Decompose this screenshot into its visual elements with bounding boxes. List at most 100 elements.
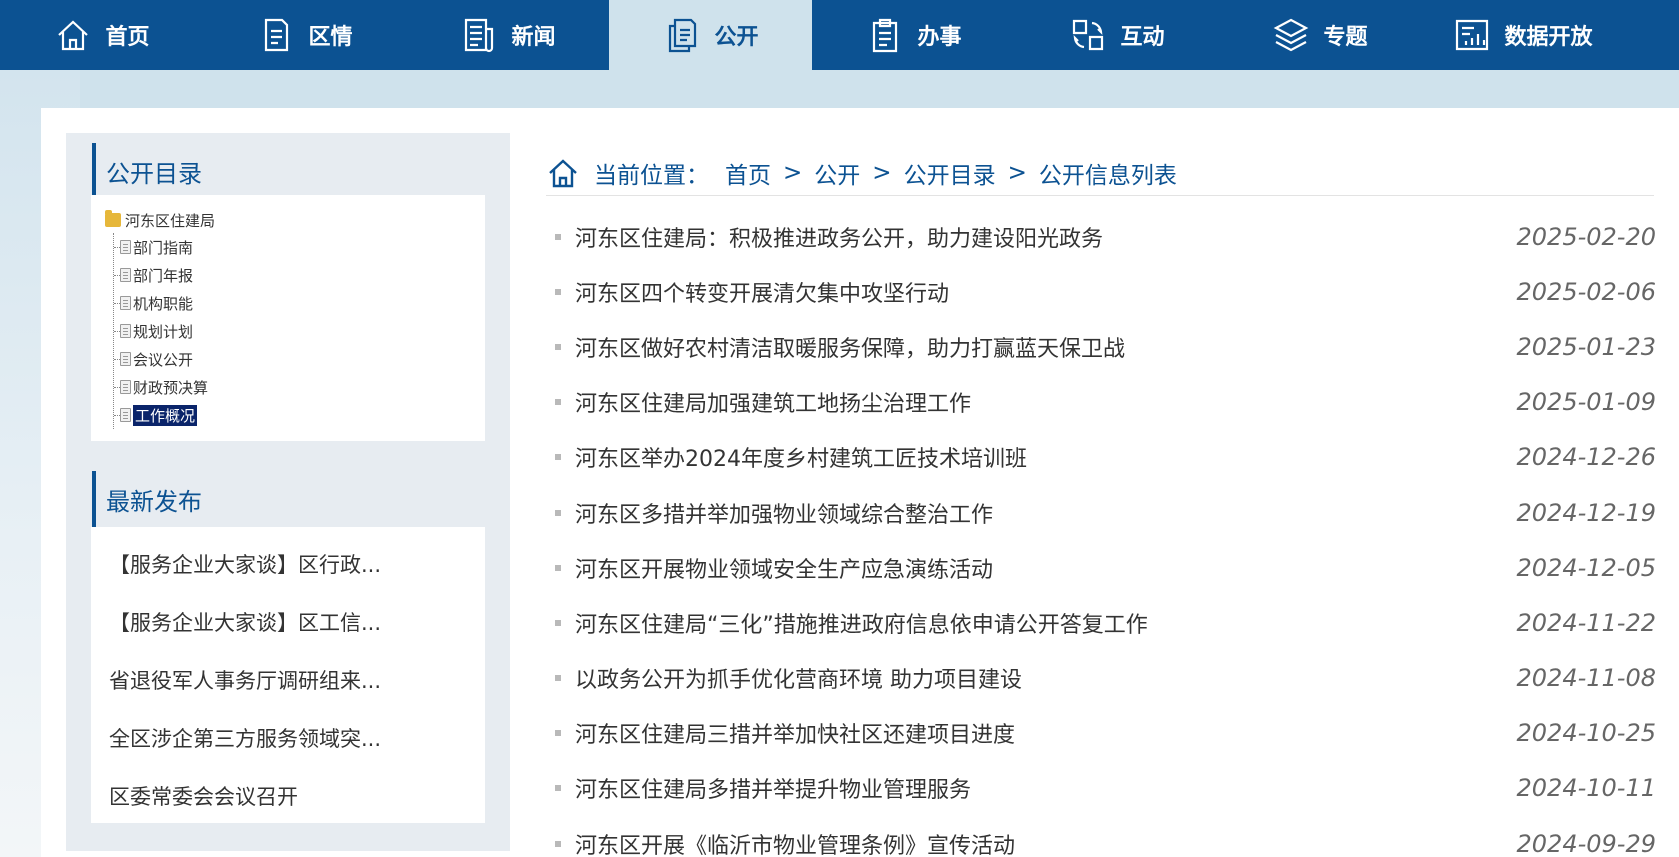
- nav-label: 数据开放: [1504, 25, 1593, 50]
- catalog-heading: 公开目录: [92, 143, 202, 199]
- news-date: 2025-02-06: [1516, 277, 1656, 306]
- news-row[interactable]: 河东区住建局：积极推进政务公开，助力建设阳光政务 2025-02-20: [546, 209, 1658, 264]
- nav-label: 区情: [308, 25, 353, 50]
- news-icon: [465, 18, 494, 53]
- breadcrumb-label: 当前位置：: [594, 162, 709, 189]
- tree-node-work-overview[interactable]: 工作概况: [114, 401, 485, 429]
- bullet-icon: [555, 840, 561, 847]
- news-row[interactable]: 河东区开展物业领域安全生产应急演练活动 2024-12-05: [546, 540, 1658, 595]
- news-date: 2024-10-25: [1516, 719, 1656, 748]
- news-title[interactable]: 河东区四个转变开展清欠集中攻坚行动: [575, 276, 949, 308]
- nav-item-open-data[interactable]: 数据开放: [1421, 0, 1624, 70]
- document-icon: [120, 296, 131, 310]
- news-title[interactable]: 河东区开展物业领域安全生产应急演练活动: [575, 552, 993, 584]
- news-row[interactable]: 河东区住建局三措并举加快社区还建项目进度 2024-10-25: [546, 706, 1658, 761]
- bullet-icon: [555, 454, 561, 461]
- news-title[interactable]: 河东区住建局：积极推进政务公开，助力建设阳光政务: [575, 221, 1103, 253]
- nav-label: 公开: [714, 25, 759, 50]
- catalog-tree: 河东区住建局 部门指南 部门年报 机构职能 规划计划 会议公开 财政预决算 工作…: [91, 195, 485, 429]
- news-row[interactable]: 河东区多措并举加强物业领域综合整治工作 2024-12-19: [546, 485, 1658, 540]
- latest-item[interactable]: 【服务企业大家谈】区工信...: [91, 593, 485, 651]
- news-date: 2024-12-19: [1516, 498, 1656, 527]
- nav-item-public[interactable]: 公开: [609, 0, 812, 70]
- news-row[interactable]: 河东区开展《临沂市物业管理条例》宣传活动 2024-09-29: [546, 816, 1658, 857]
- latest-item[interactable]: 区委常委会会议召开: [91, 767, 485, 825]
- news-row[interactable]: 河东区住建局“三化”措施推进政府信息依申请公开答复工作 2024-11-22: [546, 595, 1658, 650]
- document-icon: [120, 268, 131, 282]
- tree-node-label: 部门指南: [133, 238, 194, 257]
- news-left: 以政务公开为抓手优化营商环境 助力项目建设: [546, 662, 1022, 694]
- folder-icon: [105, 210, 121, 227]
- document-icon: [265, 18, 289, 52]
- latest-item[interactable]: 全区涉企第三方服务领域突...: [91, 709, 485, 767]
- bullet-icon: [555, 343, 561, 350]
- nav-item-home[interactable]: 首页: [0, 0, 203, 70]
- news-date: 2025-01-09: [1516, 388, 1656, 417]
- nav-item-topics[interactable]: 专题: [1218, 0, 1421, 70]
- tree-node-annual-report[interactable]: 部门年报: [114, 261, 485, 289]
- news-date: 2025-02-20: [1516, 222, 1656, 251]
- tree-node-planning[interactable]: 规划计划: [114, 317, 485, 345]
- news-title[interactable]: 以政务公开为抓手优化营商环境 助力项目建设: [575, 662, 1022, 694]
- document-icon: [120, 380, 131, 394]
- breadcrumb-catalog[interactable]: 公开目录: [904, 156, 996, 190]
- tree-children: 部门指南 部门年报 机构职能 规划计划 会议公开 财政预决算 工作概况: [113, 233, 485, 429]
- nav-item-district[interactable]: 区情: [203, 0, 406, 70]
- breadcrumb-public[interactable]: 公开: [814, 156, 860, 190]
- tree-node-label: 会议公开: [133, 350, 194, 369]
- news-row[interactable]: 以政务公开为抓手优化营商环境 助力项目建设 2024-11-08: [546, 651, 1658, 706]
- nav-item-interaction[interactable]: 互动: [1015, 0, 1218, 70]
- breadcrumb: 当前位置： 首页 > 公开 > 公开目录 > 公开信息列表: [546, 150, 1654, 196]
- news-left: 河东区四个转变开展清欠集中攻坚行动: [546, 276, 949, 308]
- news-date: 2024-12-26: [1516, 443, 1656, 472]
- nav-label: 办事: [917, 25, 962, 50]
- news-title[interactable]: 河东区住建局三措并举加快社区还建项目进度: [575, 717, 1015, 749]
- news-title[interactable]: 河东区举办2024年度乡村建筑工匠技术培训班: [575, 441, 1027, 473]
- news-title[interactable]: 河东区住建局“三化”措施推进政府信息依申请公开答复工作: [575, 607, 1148, 639]
- tree-node-functions[interactable]: 机构职能: [114, 289, 485, 317]
- catalog-tree-box: 河东区住建局 部门指南 部门年报 机构职能 规划计划 会议公开 财政预决算 工作…: [91, 195, 485, 441]
- latest-item[interactable]: 省退役军人事务厅调研组来...: [91, 651, 485, 709]
- nav-item-news[interactable]: 新闻: [406, 0, 609, 70]
- interact-icon: [1073, 19, 1104, 51]
- news-title[interactable]: 河东区住建局加强建筑工地扬尘治理工作: [575, 386, 971, 418]
- news-date: 2024-10-11: [1516, 774, 1656, 803]
- latest-box: 【服务企业大家谈】区行政... 【服务企业大家谈】区工信... 省退役军人事务厅…: [91, 527, 485, 823]
- news-row[interactable]: 河东区四个转变开展清欠集中攻坚行动 2025-02-06: [546, 264, 1658, 319]
- news-row[interactable]: 河东区住建局多措并举提升物业管理服务 2024-10-11: [546, 761, 1658, 816]
- news-left: 河东区住建局加强建筑工地扬尘治理工作: [546, 386, 971, 418]
- tree-node-label: 机构职能: [133, 294, 194, 313]
- news-row[interactable]: 河东区举办2024年度乡村建筑工匠技术培训班 2024-12-26: [546, 430, 1658, 485]
- news-left: 河东区多措并举加强物业领域综合整治工作: [546, 497, 993, 529]
- news-left: 河东区住建局“三化”措施推进政府信息依申请公开答复工作: [546, 607, 1148, 639]
- document-icon: [120, 240, 131, 254]
- document-icon: [120, 324, 131, 338]
- tree-root-label: 河东区住建局: [125, 211, 216, 230]
- news-title[interactable]: 河东区做好农村清洁取暖服务保障，助力打赢蓝天保卫战: [575, 331, 1125, 363]
- tree-node-label: 工作概况: [133, 404, 198, 426]
- breadcrumb-separator: >: [872, 159, 892, 186]
- nav-item-services[interactable]: 办事: [812, 0, 1015, 70]
- bullet-icon: [555, 785, 561, 792]
- breadcrumb-current[interactable]: 公开信息列表: [1039, 156, 1177, 190]
- tree-root[interactable]: 河东区住建局: [105, 207, 485, 233]
- news-row[interactable]: 河东区住建局加强建筑工地扬尘治理工作 2025-01-09: [546, 375, 1658, 430]
- home-icon: [549, 158, 577, 187]
- bullet-icon: [555, 288, 561, 295]
- news-row[interactable]: 河东区做好农村清洁取暖服务保障，助力打赢蓝天保卫战 2025-01-23: [546, 319, 1658, 374]
- layers-icon: [1274, 18, 1309, 52]
- news-title[interactable]: 河东区开展《临沂市物业管理条例》宣传活动: [575, 828, 1015, 857]
- news-title[interactable]: 河东区住建局多措并举提升物业管理服务: [575, 772, 971, 804]
- home-icon: [58, 20, 89, 51]
- latest-item[interactable]: 【服务企业大家谈】区行政...: [91, 535, 485, 593]
- news-title[interactable]: 河东区多措并举加强物业领域综合整治工作: [575, 497, 993, 529]
- nav-label: 新闻: [511, 25, 556, 50]
- bullet-icon: [555, 564, 561, 571]
- tree-node-label: 财政预决算: [133, 378, 209, 397]
- news-date: 2024-09-29: [1516, 829, 1656, 857]
- tree-node-budget[interactable]: 财政预决算: [114, 373, 485, 401]
- clipboard-icon: [873, 18, 898, 53]
- tree-node-guide[interactable]: 部门指南: [114, 233, 485, 261]
- breadcrumb-home[interactable]: 首页: [725, 156, 771, 190]
- tree-node-meetings[interactable]: 会议公开: [114, 345, 485, 373]
